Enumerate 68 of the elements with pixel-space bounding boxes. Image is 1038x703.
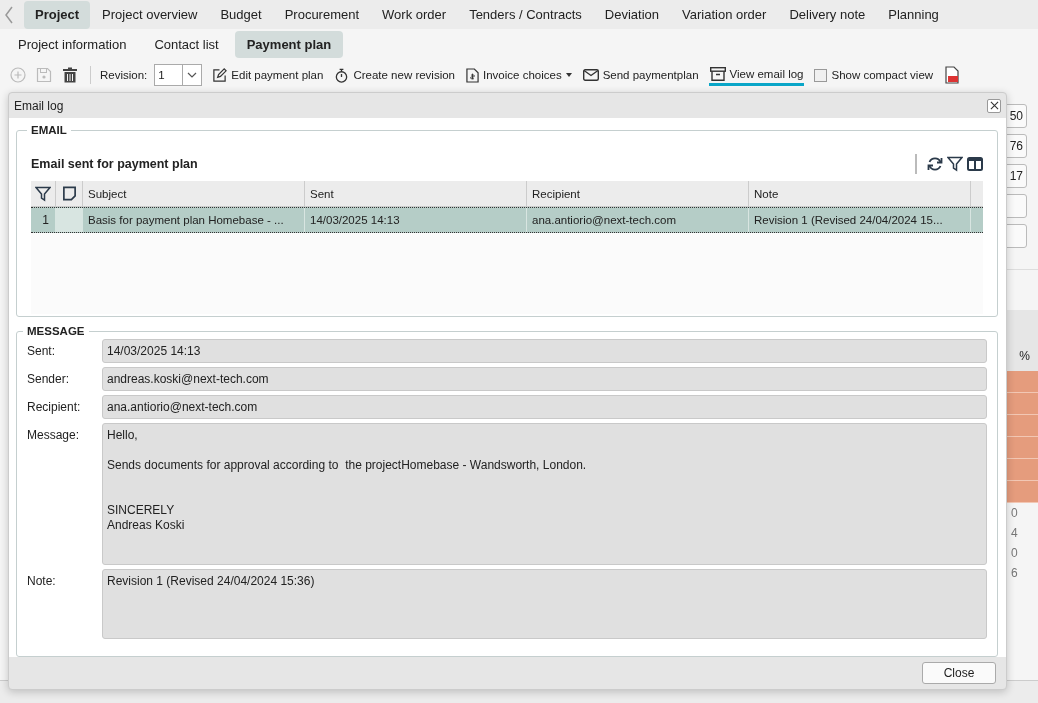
column-header[interactable]: Note <box>754 187 779 200</box>
nav-tab[interactable]: Procurement <box>273 0 371 29</box>
sub-tab[interactable]: Contact list <box>142 31 231 58</box>
field-label: Note: <box>27 573 57 590</box>
section-legend: EMAIL <box>27 124 71 136</box>
table-cell: 14/03/2025 14:13 <box>310 214 400 226</box>
revision-dropdown[interactable]: 1 <box>154 64 203 86</box>
column-header[interactable]: Recipient <box>532 187 580 200</box>
field-label: Message: <box>27 427 81 444</box>
read-only-field[interactable]: 14/03/2025 14:13 <box>102 339 987 363</box>
trash-icon[interactable] <box>62 67 78 83</box>
nav-tab[interactable]: Project overview <box>91 0 209 29</box>
read-only-field[interactable]: Hello, Sends documents for approval according to the projectHomebase - Wandsworth, London. SINCERELY Andreas Koski <box>102 423 987 565</box>
row-number: 1 <box>42 213 49 227</box>
read-only-field[interactable]: andreas.koski@next-tech.com <box>102 367 987 391</box>
sub-tab[interactable]: Project information <box>6 31 139 58</box>
toolbar-button[interactable]: Invoice choices <box>465 63 573 87</box>
nav-tab[interactable]: Planning <box>877 0 950 29</box>
columns-icon[interactable] <box>967 157 983 171</box>
table-cell: Revision 1 (Revised 24/04/2024 15... <box>754 214 943 226</box>
nav-tab[interactable]: Variation order <box>671 0 778 29</box>
refresh-icon[interactable] <box>927 156 943 172</box>
table-row[interactable]: 1 Basis for payment plan Homebase - ... 14/03/2025 14:13 ana.antiorio@next-tech.com Revision 1 (Revised 24/04/2024 15... <box>31 207 983 233</box>
nav-tab[interactable]: Project <box>24 0 91 29</box>
toolbar-button[interactable]: View email log <box>708 64 805 86</box>
sub-tab[interactable]: Payment plan <box>234 31 344 58</box>
chevron-down-icon <box>187 72 198 78</box>
filter-icon[interactable] <box>35 185 51 202</box>
filter-icon[interactable] <box>947 156 963 172</box>
toolbar-button[interactable]: Edit payment plan <box>211 63 325 87</box>
nav-tab[interactable]: Tenders / Contracts <box>458 0 593 29</box>
toolbar-button[interactable]: Create new revision <box>333 63 456 87</box>
nav-tab[interactable]: Budget <box>209 0 273 29</box>
table-cell: 0 <box>1011 546 1018 560</box>
section-legend: MESSAGE <box>23 325 89 337</box>
grid-title: Email sent for payment plan <box>31 157 199 171</box>
field-label: Recipient: <box>27 399 82 416</box>
close-icon[interactable] <box>987 98 1001 113</box>
table-cell: ana.antiorio@next-tech.com <box>532 214 676 226</box>
note-icon <box>61 186 77 201</box>
column-header: % <box>1019 349 1030 363</box>
pdf-file-icon[interactable] <box>945 66 960 84</box>
close-button[interactable]: Close <box>922 662 996 684</box>
toolbar-button[interactable]: Send paymentplan <box>581 63 700 87</box>
compact-view-checkbox[interactable]: Show compact view <box>813 63 935 87</box>
edit-icon <box>212 67 228 83</box>
field-label: Sender: <box>27 371 71 388</box>
nav-tab[interactable]: Deviation <box>593 0 671 29</box>
checkbox[interactable] <box>814 68 828 82</box>
column-header[interactable]: Subject <box>88 187 127 200</box>
table-cell: 4 <box>1011 526 1018 540</box>
archive-box-icon <box>709 67 726 81</box>
table-cell: Basis for payment plan Homebase - ... <box>88 214 284 226</box>
read-only-field[interactable]: ana.antiorio@next-tech.com <box>102 395 987 419</box>
envelope-icon <box>582 69 599 81</box>
checkbox-label: Show compact view <box>831 69 934 81</box>
stopwatch-icon <box>334 67 350 83</box>
table-cell: 0 <box>1011 506 1018 520</box>
table-cell: 6 <box>1011 566 1018 580</box>
read-only-field[interactable]: Revision 1 (Revised 24/04/2024 15:36) <box>102 569 987 639</box>
field-label: Sent: <box>27 343 57 360</box>
nav-tab[interactable]: Delivery note <box>778 0 877 29</box>
nav-tab[interactable]: Work order <box>371 0 458 29</box>
column-header[interactable]: Sent <box>310 187 334 200</box>
revision-label: Revision: <box>100 69 148 81</box>
caret-icon <box>565 73 572 77</box>
dialog-title: Email log <box>14 98 64 113</box>
invoice-icon <box>466 67 479 83</box>
